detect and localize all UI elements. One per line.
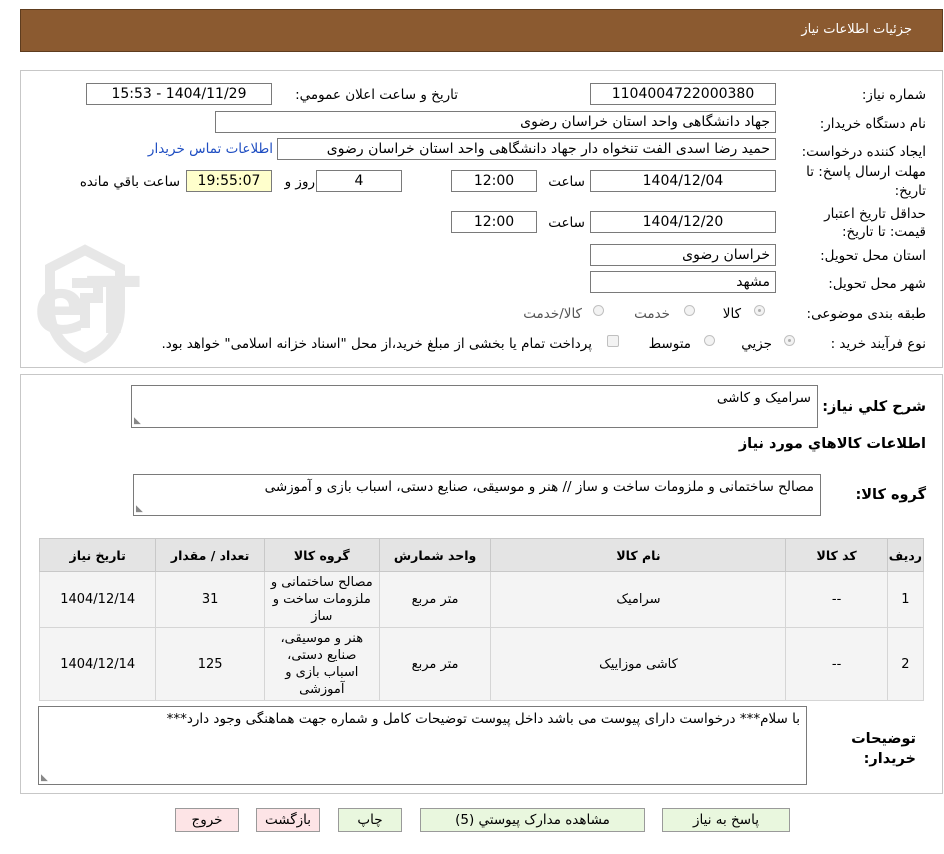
- cell-row-number: 1: [886, 571, 925, 628]
- table-row: 2 -- کاشی موزاییک متر مربع هنر و موسیقی،…: [38, 627, 925, 701]
- days-label: روز و: [284, 174, 315, 190]
- col-header-item-name: نام کالا: [490, 538, 787, 572]
- deadline-label-2: تاريخ:: [894, 183, 926, 199]
- page-title: جزئیات اطلاعات نیاز: [801, 22, 912, 37]
- remaining-time-field: 19:55:07: [186, 170, 272, 192]
- col-header-unit: واحد شمارش: [378, 538, 492, 572]
- goods-group-text: مصالح ساختمانی و ملزومات ساخت و ساز // ه…: [264, 479, 814, 495]
- cell-unit: متر مربع: [378, 571, 492, 628]
- back-button[interactable]: بازگشت: [256, 808, 320, 832]
- col-header-need-date: تاريخ نياز: [38, 538, 157, 572]
- col-header-row-number: رديف: [886, 538, 925, 572]
- process-option-minor: جزيي: [741, 336, 772, 352]
- province-field: خراسان رضوی: [590, 244, 776, 266]
- summary-textarea[interactable]: سرامیک و کاشی ◢: [131, 385, 818, 428]
- cell-item-code: --: [785, 571, 888, 628]
- col-header-item-code: کد کالا: [785, 538, 888, 572]
- view-attachments-button[interactable]: مشاهده مدارک پيوستي (5): [420, 808, 645, 832]
- process-radio-minor[interactable]: [784, 335, 795, 346]
- cell-row-number: 2: [886, 627, 925, 701]
- need-number-label: شماره نیاز:: [861, 87, 926, 103]
- city-field: مشهد: [590, 271, 776, 293]
- col-header-quantity: تعداد / مقدار: [155, 538, 265, 572]
- process-option-medium: متوسط: [648, 336, 691, 352]
- deadline-time-field: 12:00: [451, 170, 537, 192]
- cell-item-name: سرامیک: [490, 571, 787, 628]
- announce-label: تاریخ و ساعت اعلان عمومي:: [295, 87, 458, 103]
- resize-grip-icon[interactable]: ◢: [134, 416, 141, 426]
- resize-grip-icon[interactable]: ◢: [136, 504, 143, 514]
- buyer-org-label: نام دستگاه خريدار:: [819, 116, 926, 132]
- table-header-row: رديف کد کالا نام کالا واحد شمارش گروه کا…: [38, 538, 925, 572]
- print-button[interactable]: چاپ: [338, 808, 402, 832]
- category-option-goods-service: کالا/خدمت: [523, 306, 582, 322]
- cell-quantity: 125: [155, 627, 265, 701]
- col-header-item-group: گروه کالا: [263, 538, 380, 572]
- announce-datetime-field: 1404/11/29 - 15:53: [86, 83, 272, 105]
- reply-button[interactable]: پاسخ به نياز: [662, 808, 790, 832]
- buyer-contact-link[interactable]: اطلاعات تماس خريدار: [148, 141, 273, 157]
- category-option-service: خدمت: [634, 306, 670, 322]
- category-option-goods: کالا: [722, 306, 741, 322]
- goods-group-label: گروه کالا:: [855, 487, 926, 503]
- exit-button[interactable]: خروج: [175, 808, 239, 832]
- goods-table: رديف کد کالا نام کالا واحد شمارش گروه کا…: [38, 538, 925, 701]
- requester-label: ايجاد کننده درخواست:: [801, 144, 926, 160]
- cell-item-group: هنر و موسیقی، صنایع دستی، اسباب بازی و آ…: [263, 627, 380, 701]
- price-validity-time-label: ساعت: [548, 215, 585, 231]
- price-validity-date-field: 1404/12/20: [590, 211, 776, 233]
- summary-label: شرح کلي نياز:: [822, 399, 926, 415]
- treasury-payment-note: پرداخت تمام يا بخشی از مبلغ خريد،از محل …: [161, 336, 592, 352]
- resize-grip-icon[interactable]: ◢: [41, 773, 48, 783]
- cell-item-name: کاشی موزاییک: [490, 627, 787, 701]
- buyer-org-field: جهاد دانشگاهی واحد استان خراسان رضوی: [215, 111, 776, 133]
- need-number-field: 1104004722000380: [590, 83, 776, 105]
- category-radio-goods[interactable]: [754, 305, 765, 316]
- goods-group-textarea[interactable]: مصالح ساختمانی و ملزومات ساخت و ساز // ه…: [133, 474, 821, 516]
- cell-need-date: 1404/12/14: [38, 627, 157, 701]
- days-field: 4: [316, 170, 402, 192]
- buyer-notes-textarea[interactable]: با سلام*** درخواست دارای پیوست می باشد د…: [38, 706, 807, 785]
- cell-quantity: 31: [155, 571, 265, 628]
- deadline-time-label: ساعت: [548, 174, 585, 190]
- remaining-label: ساعت باقي مانده: [79, 174, 180, 190]
- cell-unit: متر مربع: [378, 627, 492, 701]
- process-type-label: نوع فرآيند خريد :: [830, 336, 926, 352]
- category-label: طبقه بندی موضوعی:: [806, 306, 926, 322]
- buyer-notes-label: توضيحات خريدار:: [851, 731, 916, 767]
- deadline-label: مهلت ارسال پاسخ: تا: [806, 164, 926, 180]
- process-radio-medium[interactable]: [704, 335, 715, 346]
- buyer-notes-text: با سلام*** درخواست دارای پیوست می باشد د…: [166, 711, 800, 727]
- city-label: شهر محل تحويل:: [828, 276, 926, 292]
- price-validity-label: حداقل تاريخ اعتبار: [824, 206, 926, 222]
- cell-need-date: 1404/12/14: [38, 571, 157, 628]
- price-validity-time-field: 12:00: [451, 211, 537, 233]
- cell-item-code: --: [785, 627, 888, 701]
- requester-field: حمید رضا اسدی الفت تنخواه دار جهاد دانشگ…: [277, 138, 776, 160]
- province-label: استان محل تحويل:: [820, 248, 926, 264]
- category-radio-service[interactable]: [684, 305, 695, 316]
- table-row: 1 -- سرامیک متر مربع مصالح ساختمانی و مل…: [38, 571, 925, 628]
- cell-item-group: مصالح ساختمانی و ملزومات ساخت و ساز: [263, 571, 380, 628]
- deadline-date-field: 1404/12/04: [590, 170, 776, 192]
- category-radio-goods-service[interactable]: [593, 305, 604, 316]
- price-validity-label-2: قيمت: تا تاريخ:: [842, 224, 926, 240]
- goods-section-title: اطلاعات کالاهاي مورد نياز: [738, 436, 926, 452]
- summary-text: سرامیک و کاشی: [716, 390, 811, 406]
- treasury-payment-checkbox[interactable]: [607, 335, 619, 347]
- page-header: جزئیات اطلاعات نیاز: [20, 9, 943, 52]
